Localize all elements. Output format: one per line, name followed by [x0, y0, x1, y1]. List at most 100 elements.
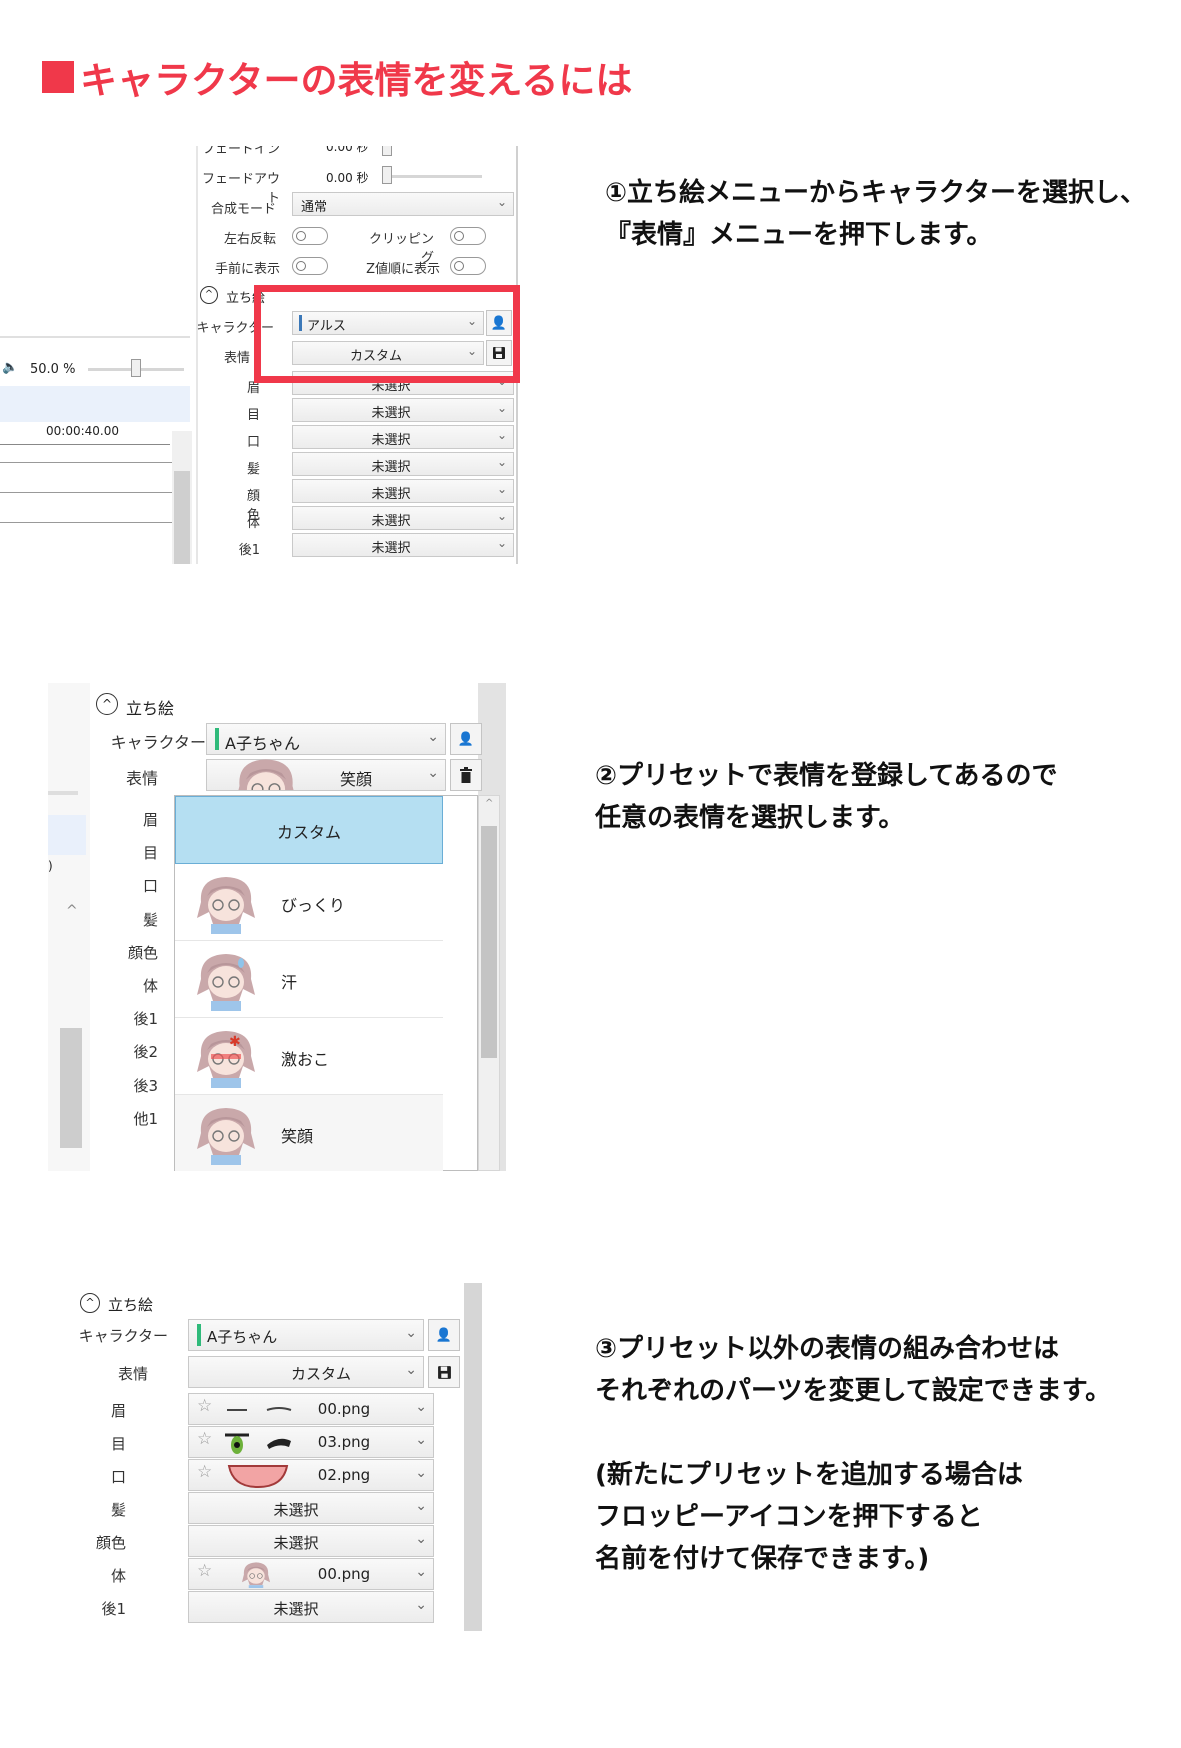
part-label: 体 — [110, 1567, 126, 1585]
list-item[interactable]: ✱ 激おこ — [175, 1018, 443, 1095]
collapse-icon[interactable]: ^ — [200, 286, 218, 304]
part-dropdown[interactable]: 未選択 ⌄ — [292, 506, 514, 530]
blend-mode-dropdown[interactable]: 通常 ⌄ — [292, 192, 514, 216]
collapse-icon[interactable]: ^ — [96, 693, 118, 715]
character-dropdown[interactable]: A子ちゃん ⌄ — [188, 1319, 424, 1351]
expression-label: 表情 — [125, 769, 158, 788]
fade-out-slider[interactable] — [382, 166, 392, 184]
title-text: キャラクターの表情を変えるには — [80, 59, 633, 102]
part-label: 目 — [110, 1435, 126, 1453]
expression-value: 笑顔 — [339, 770, 372, 789]
part-label: 後1 — [238, 543, 260, 558]
part-dropdown[interactable]: 未選択 ⌄ — [188, 1492, 434, 1524]
part-label: 口 — [246, 435, 260, 450]
part-dropdown[interactable]: ☆ 00.png ⌄ — [188, 1393, 434, 1425]
part-thumbnail — [223, 1463, 293, 1489]
list-item[interactable]: 笑顔 — [175, 1095, 443, 1171]
svg-text:✱: ✱ — [229, 1034, 241, 1050]
page-title: キャラクターの表情を変えるには — [42, 52, 632, 102]
chevron-down-icon: ⌄ — [415, 1432, 427, 1448]
timeline-ruler — [0, 444, 170, 445]
character-settings-button[interactable]: 👤 — [450, 723, 482, 755]
character-face-icon — [197, 877, 255, 934]
part-label: 顔色 — [127, 943, 158, 962]
character-face-icon — [238, 759, 294, 790]
character-color-bar — [215, 728, 219, 750]
part-dropdown[interactable]: 未選択 ⌄ — [292, 452, 514, 476]
delete-preset-button[interactable] — [450, 759, 482, 791]
character-dropdown[interactable]: A子ちゃん ⌄ — [206, 723, 446, 755]
eye-thumbnail-icon — [225, 1433, 291, 1454]
character-value: A子ちゃん — [207, 1328, 278, 1346]
front-toggle[interactable] — [292, 257, 328, 275]
character-color-bar — [197, 1324, 201, 1346]
character-face-icon — [241, 1562, 271, 1588]
chevron-down-icon: ⌄ — [415, 1564, 427, 1580]
left-scrollbar[interactable] — [60, 1028, 82, 1148]
scroll-up-icon[interactable]: ^ — [485, 798, 493, 809]
part-dropdown[interactable]: 未選択 ⌄ — [292, 425, 514, 449]
list-item-label: 汗 — [281, 973, 298, 992]
chevron-down-icon: ⌄ — [496, 195, 507, 209]
part-dropdown[interactable]: 未選択 ⌄ — [188, 1525, 434, 1557]
blend-mode-value: 通常 — [301, 200, 328, 215]
section-label: 立ち絵 — [108, 1296, 154, 1314]
part-dropdown[interactable]: 未選択 ⌄ — [292, 398, 514, 422]
list-item[interactable]: 汗 — [175, 941, 443, 1018]
part-dropdown[interactable]: ☆ 02.png ⌄ — [188, 1459, 434, 1491]
part-dropdown[interactable]: 未選択 ⌄ — [292, 533, 514, 557]
chevron-down-icon: ⌄ — [496, 455, 507, 469]
step-2-text: ②プリセットで表情を登録してあるので 任意の表情を選択します。 — [595, 761, 1058, 833]
part-label: 眉 — [142, 811, 158, 829]
save-preset-button[interactable] — [428, 1356, 460, 1388]
star-icon[interactable]: ☆ — [197, 1462, 212, 1482]
part-label: 目 — [246, 408, 260, 423]
part-dropdown[interactable]: ☆ 00.png ⌄ — [188, 1558, 434, 1590]
right-scrollbar[interactable] — [464, 1283, 482, 1631]
star-icon[interactable]: ☆ — [197, 1429, 212, 1449]
list-scrollbar[interactable]: ^ — [478, 795, 500, 1171]
eyebrow-thumbnail-icon — [227, 1407, 292, 1411]
star-icon[interactable]: ☆ — [197, 1561, 212, 1581]
part-label: 髪 — [110, 1501, 126, 1519]
part-value: 未選択 — [371, 514, 411, 529]
list-item-selected[interactable]: カスタム — [175, 796, 443, 864]
part-value: 02.png — [317, 1466, 371, 1484]
list-item[interactable]: びっくり — [175, 864, 443, 941]
part-value: 00.png — [317, 1565, 371, 1583]
chevron-down-icon: ⌄ — [496, 482, 507, 496]
collapse-icon[interactable]: ^ — [80, 1293, 100, 1313]
part-label: 他1 — [133, 1109, 158, 1128]
part-value: 00.png — [317, 1400, 371, 1418]
part-value: 03.png — [317, 1433, 371, 1451]
speaker-icon[interactable]: 🔈 — [2, 360, 18, 375]
step-3-text: ③プリセット以外の表情の組み合わせは それぞれのパーツを変更して設定できます。 … — [595, 1334, 1112, 1574]
chevron-down-icon: ⌄ — [415, 1498, 427, 1514]
chevron-down-icon: ⌄ — [427, 765, 439, 781]
fade-in-slider[interactable] — [382, 146, 392, 156]
part-dropdown[interactable]: 未選択 ⌄ — [292, 479, 514, 503]
volume-value: 50.0 % — [30, 362, 76, 377]
expression-dropdown[interactable]: カスタム ⌄ — [188, 1356, 424, 1388]
timeline-scrollbar[interactable] — [174, 471, 190, 564]
fade-in-label: フェードイン — [201, 146, 280, 157]
fade-in-value: 0.00 秒 — [326, 146, 369, 154]
list-item-label: 激おこ — [281, 1050, 330, 1069]
chevron-down-icon: ⌄ — [415, 1597, 427, 1613]
flip-label: 左右反転 — [223, 232, 276, 247]
zorder-label: Z値順に表示 — [366, 262, 440, 277]
list-scrollbar-thumb[interactable] — [481, 826, 497, 1058]
volume-slider-thumb[interactable] — [131, 359, 141, 377]
part-dropdown[interactable]: 未選択 ⌄ — [188, 1591, 434, 1623]
zorder-toggle[interactable] — [450, 257, 486, 275]
part-thumbnail — [223, 1430, 293, 1456]
expression-value: カスタム — [290, 1365, 351, 1383]
star-icon[interactable]: ☆ — [197, 1396, 212, 1416]
mouth-thumbnail-icon — [227, 1465, 289, 1489]
expression-dropdown[interactable]: 笑顔 ⌄ — [206, 759, 446, 791]
clipping-toggle[interactable] — [450, 227, 486, 245]
chevron-down-icon: ⌄ — [496, 401, 507, 415]
part-dropdown[interactable]: ☆ 03.png ⌄ — [188, 1426, 434, 1458]
character-settings-button[interactable]: 👤 — [428, 1319, 460, 1351]
flip-toggle[interactable] — [292, 227, 328, 245]
